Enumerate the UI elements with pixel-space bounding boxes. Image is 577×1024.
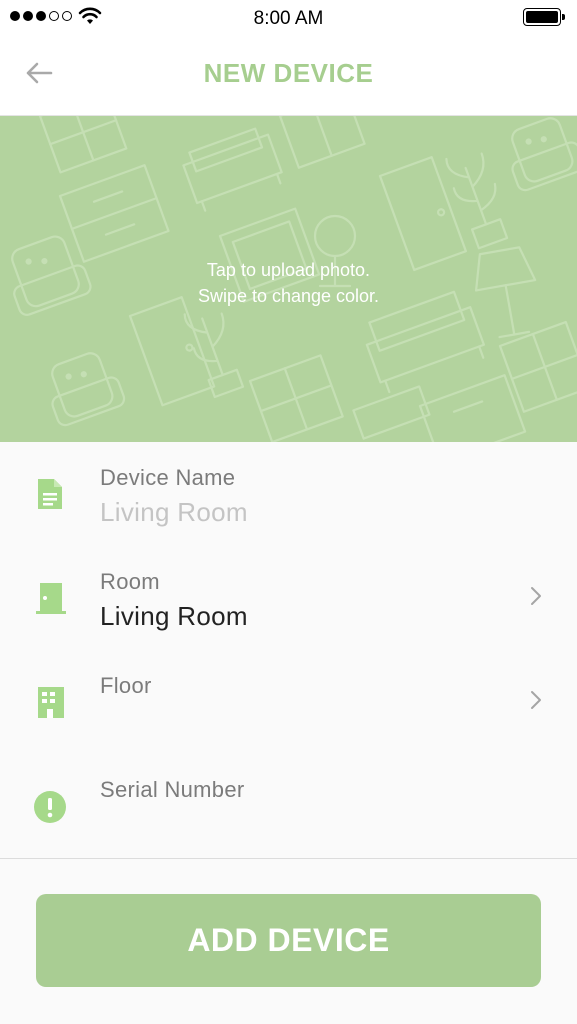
door-icon [36, 583, 66, 614]
status-time: 8:00 AM [253, 8, 324, 29]
photo-hint-upload: Tap to upload photo. [206, 260, 371, 280]
room-value: Living Room [100, 601, 248, 631]
serial-number-row[interactable]: Serial Number [0, 754, 577, 859]
battery-icon [523, 8, 567, 26]
page-title: NEW DEVICE [203, 58, 374, 88]
photo-hint-color: Swipe to change color. [197, 286, 380, 306]
alert-circle-icon [34, 791, 66, 823]
chevron-right-icon [531, 691, 541, 709]
device-photo-area[interactable]: Tap to upload photo. Swipe to change col… [0, 116, 577, 442]
building-icon [38, 687, 64, 718]
device-name-row[interactable]: Device Name Living Room [0, 442, 577, 547]
status-bar: 8:00 AM [0, 0, 577, 36]
photo-hint: Tap to upload photo. Swipe to change col… [0, 257, 577, 309]
chevron-right-icon [531, 587, 541, 605]
floor-row[interactable]: Floor [0, 650, 577, 755]
room-label: Room [100, 569, 160, 594]
room-row[interactable]: Room Living Room [0, 546, 577, 651]
device-name-label: Device Name [100, 465, 236, 490]
serial-number-label: Serial Number [100, 777, 245, 802]
document-icon [38, 479, 62, 509]
device-name-input[interactable]: Living Room [100, 497, 248, 528]
add-device-button[interactable]: ADD DEVICE [36, 894, 541, 987]
navigation-bar: NEW DEVICE [0, 36, 577, 116]
floor-label: Floor [100, 673, 152, 698]
